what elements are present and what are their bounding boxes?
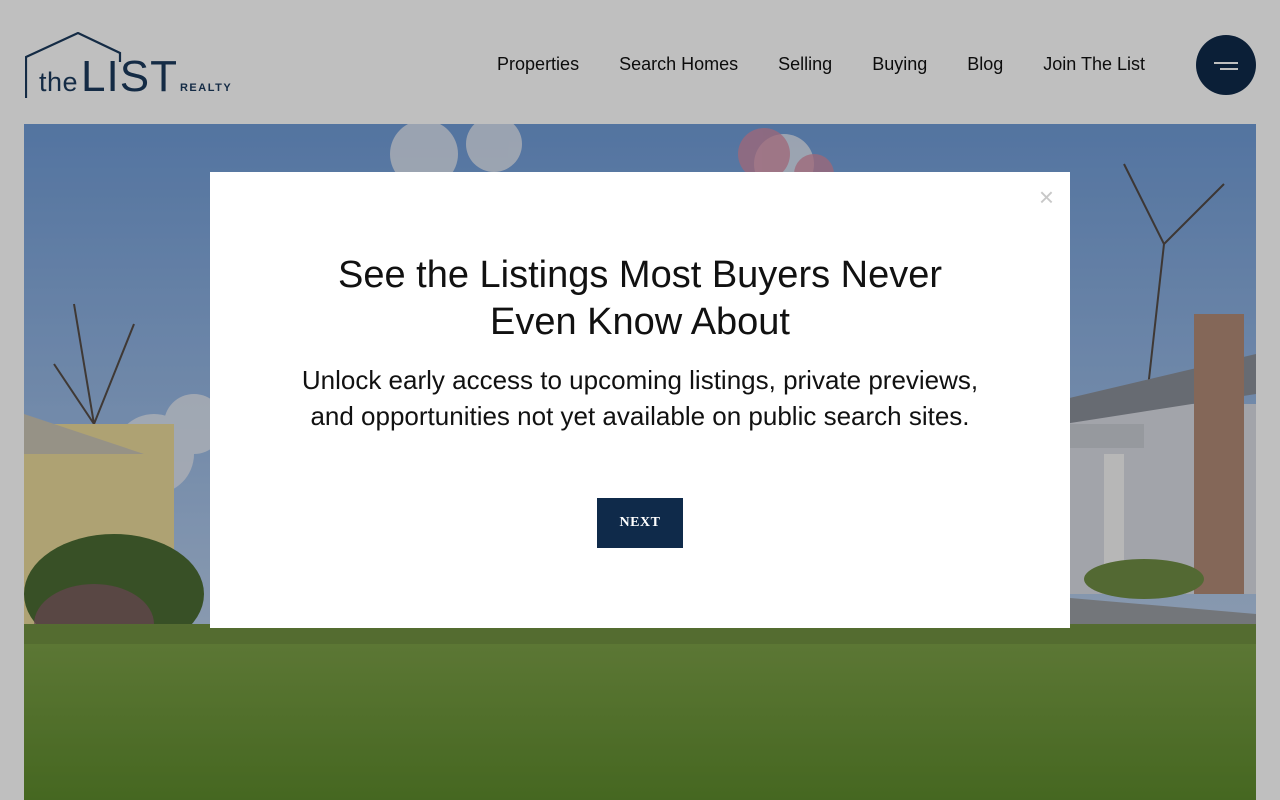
close-icon[interactable]: ×: [1039, 184, 1054, 210]
modal-title: See the Listings Most Buyers Never Even …: [337, 254, 943, 343]
modal-body-text: Unlock early access to upcoming listings…: [301, 365, 979, 431]
next-button[interactable]: NEXT: [597, 498, 683, 548]
signup-modal: × See the Listings Most Buyers Never Eve…: [210, 172, 1070, 628]
